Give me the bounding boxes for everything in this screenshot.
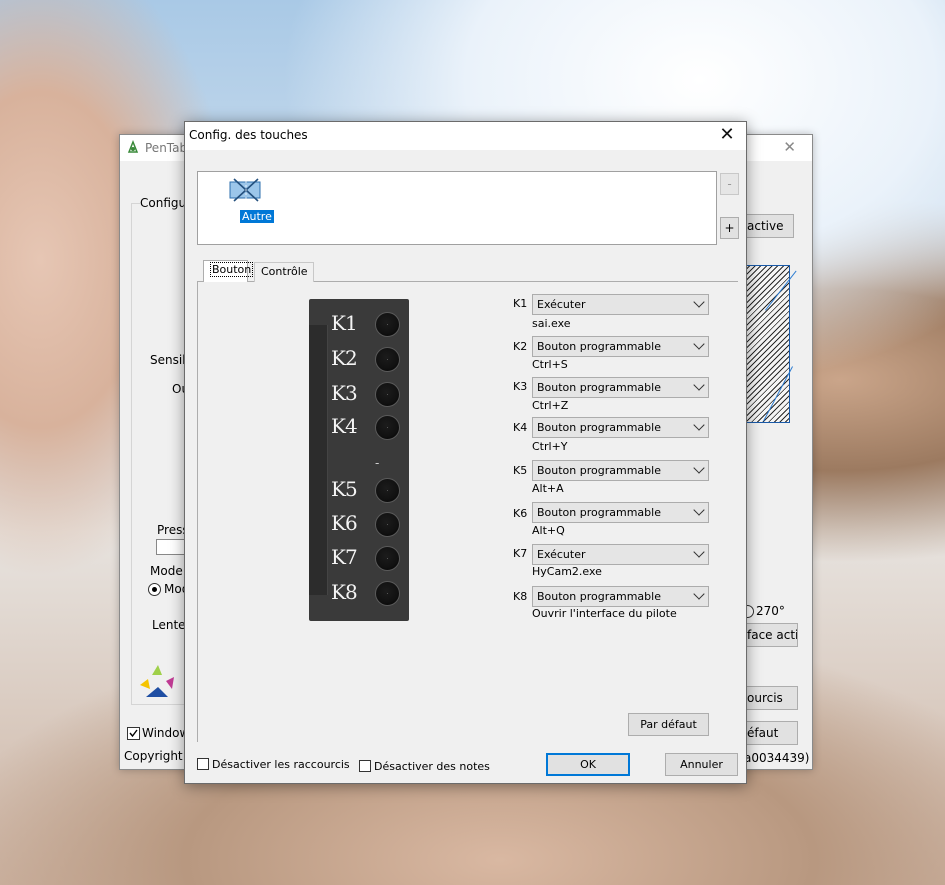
key-name-k1: K1: [513, 297, 528, 310]
key-name-k6: K6: [513, 507, 528, 520]
tablet-app-icon[interactable]: [228, 176, 264, 204]
key-name-k2: K2: [513, 340, 528, 353]
pad-key-k4[interactable]: K4: [331, 413, 407, 443]
dialog-titlebar: Config. des touches ✕: [185, 122, 746, 150]
app-logo-icon: [140, 665, 174, 697]
key-action-select-k6[interactable]: Bouton programmable: [532, 502, 709, 523]
key-button-icon[interactable]: [375, 581, 400, 606]
key-button-icon[interactable]: [375, 347, 400, 372]
key-button-icon[interactable]: [375, 546, 400, 571]
key-name-k4: K4: [513, 421, 528, 434]
chevron-down-icon: [693, 462, 705, 474]
pressure-field[interactable]: [156, 539, 187, 555]
chevron-down-icon: [693, 588, 705, 600]
pad-key-k6[interactable]: K6: [331, 510, 407, 540]
chevron-down-icon: [693, 504, 705, 516]
defaut-button[interactable]: éfaut: [740, 721, 798, 745]
mode-radio[interactable]: [148, 583, 161, 596]
key-detail-k7: HyCam2.exe: [532, 565, 602, 578]
chevron-down-icon: [693, 379, 705, 391]
key-name-k3: K3: [513, 380, 528, 393]
key-button-icon[interactable]: [375, 382, 400, 407]
pad-key-k2[interactable]: K2: [331, 345, 407, 375]
key-button-icon[interactable]: [375, 478, 400, 503]
pad-key-k3[interactable]: K3: [331, 380, 407, 410]
face-activ-button[interactable]: face activ: [740, 623, 798, 647]
disable-notes-checkbox[interactable]: [359, 760, 371, 772]
key-action-select-k1[interactable]: Exécuter: [532, 294, 709, 315]
app-list[interactable]: Autre: [197, 171, 717, 245]
key-button-icon[interactable]: [375, 512, 400, 537]
remove-app-button[interactable]: -: [720, 173, 739, 195]
key-button-icon[interactable]: [375, 415, 400, 440]
disable-shortcuts-label: Désactiver les raccourcis: [212, 758, 350, 771]
key-name-k7: K7: [513, 547, 528, 560]
pad-key-k8[interactable]: K8: [331, 579, 407, 609]
key-detail-k6: Alt+Q: [532, 524, 565, 537]
express-key-pad: K1 K2 K3 K4 - K5 K6 K7 K8: [309, 299, 409, 621]
window-check-label: Window: [142, 726, 190, 740]
key-detail-k8: Ouvrir l'interface du pilote: [532, 607, 677, 620]
app-label[interactable]: Autre: [240, 210, 274, 223]
chevron-down-icon: [693, 338, 705, 350]
key-action-select-k7[interactable]: Exécuter: [532, 544, 709, 565]
key-action-select-k3[interactable]: Bouton programmable: [532, 377, 709, 398]
pad-edge: [309, 325, 328, 595]
add-app-button[interactable]: +: [720, 217, 739, 239]
tab-bouton[interactable]: Bouton: [203, 260, 254, 282]
chevron-down-icon: [693, 419, 705, 431]
pad-key-k5[interactable]: K5: [331, 476, 407, 506]
pentablet-logo-icon: [127, 140, 139, 153]
chevron-down-icon: [693, 296, 705, 308]
default-button[interactable]: Par défaut: [628, 713, 709, 736]
ok-button[interactable]: OK: [546, 753, 630, 776]
key-action-select-k4[interactable]: Bouton programmable: [532, 417, 709, 438]
key-detail-k1: sai.exe: [532, 317, 571, 330]
active-button[interactable]: active: [740, 214, 794, 238]
pentablet-close-icon[interactable]: ✕: [783, 138, 796, 156]
tab-controle[interactable]: Contrôle: [254, 262, 314, 282]
dialog-close-icon[interactable]: ✕: [716, 124, 738, 145]
cancel-button[interactable]: Annuler: [665, 753, 738, 776]
key-detail-k3: Ctrl+Z: [532, 399, 569, 412]
key-name-k5: K5: [513, 464, 528, 477]
key-button-icon[interactable]: [375, 312, 400, 337]
pad-separator: -: [375, 456, 380, 470]
mode-label: Mode: [150, 564, 183, 578]
rotation-270-label: 270°: [756, 604, 785, 618]
window-checkbox[interactable]: [127, 727, 140, 740]
version-text: a0034439): [744, 751, 810, 765]
key-action-select-k8[interactable]: Bouton programmable: [532, 586, 709, 607]
key-action-select-k5[interactable]: Bouton programmable: [532, 460, 709, 481]
pad-key-k7[interactable]: K7: [331, 544, 407, 574]
lente-label: Lente: [152, 618, 186, 632]
key-detail-k5: Alt+A: [532, 482, 564, 495]
disable-shortcuts-checkbox[interactable]: [197, 758, 209, 770]
key-config-dialog: Config. des touches ✕ Autre - + Bouton C…: [184, 121, 747, 784]
chevron-down-icon: [693, 546, 705, 558]
key-name-k8: K8: [513, 590, 528, 603]
disable-notes-label: Désactiver des notes: [374, 760, 490, 773]
pad-key-k1[interactable]: K1: [331, 310, 407, 340]
key-detail-k4: Ctrl+Y: [532, 440, 568, 453]
key-action-select-k2[interactable]: Bouton programmable: [532, 336, 709, 357]
key-detail-k2: Ctrl+S: [532, 358, 568, 371]
dialog-title: Config. des touches: [189, 128, 308, 142]
courcis-button[interactable]: ourcis: [740, 686, 798, 710]
